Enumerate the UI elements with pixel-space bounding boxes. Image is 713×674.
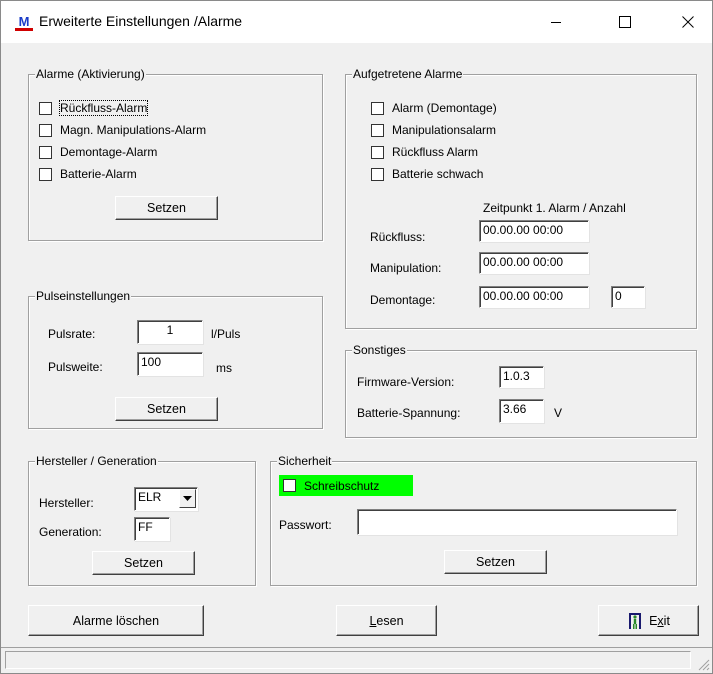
groupbox-title: Aufgetretene Alarme [352,67,464,81]
battery-voltage-unit: V [554,406,563,420]
checkbox-label: Rückfluss Alarm [392,145,479,159]
dialog-window: M Erweiterte Einstellungen /Alarme Alarm… [0,0,713,674]
set-pulse-button[interactable]: Setzen [115,397,218,421]
rueckfluss-time-field[interactable]: 00.00.00 00:00 [479,220,589,242]
checkbox-box[interactable] [371,145,384,159]
checkbox-box[interactable] [371,167,384,181]
title-bar: M Erweiterte Einstellungen /Alarme [1,1,712,43]
hersteller-select[interactable]: ELR [134,487,198,511]
checkbox-box[interactable] [39,123,52,137]
checkbox-box[interactable] [39,101,52,115]
checkbox-label: Manipulationsalarm [392,123,497,137]
maximize-icon [619,16,631,28]
firmware-label: Firmware-Version: [357,375,455,389]
schreibschutz-checkbox[interactable]: Schreibschutz [279,475,413,496]
minimize-icon [551,22,561,23]
hersteller-selected-value: ELR [138,490,162,504]
set-alarms-button[interactable]: Setzen [115,196,218,220]
checkbox-label: Batterie-Alarm [60,167,137,181]
clear-alarms-button[interactable]: Alarme löschen [28,605,204,636]
exit-button-label-rest: it [663,613,670,628]
checkbox-batterie-alarm[interactable]: Batterie-Alarm [39,167,137,181]
pulsrate-unit: l/Puls [211,327,241,341]
checkbox-label: Rückfluss-Alarm [58,100,149,116]
checkbox-manipulationsalarm[interactable]: Manipulationsalarm [371,123,496,137]
demontage-time-field[interactable]: 00.00.00 00:00 [479,286,589,308]
groupbox-aufgetretene-alarme: Aufgetretene Alarme Alarm (Demontage) Ma… [345,67,697,329]
manipulation-time-label: Manipulation: [370,261,442,275]
rueckfluss-time-label: Rückfluss: [370,230,426,244]
hersteller-label: Hersteller: [39,496,94,510]
demontage-time-label: Demontage: [370,293,436,307]
checkbox-label: Batterie schwach [392,167,484,181]
battery-voltage-field[interactable]: 3.66 [499,399,544,423]
password-field[interactable] [357,509,677,535]
minimize-button[interactable] [533,1,579,43]
checkbox-demontage-alarm[interactable]: Demontage-Alarm [39,145,157,159]
checkbox-label: Demontage-Alarm [60,145,158,159]
close-icon [682,16,694,28]
checkbox-label: Schreibschutz [304,478,380,493]
svg-text:M: M [19,14,30,29]
checkbox-box[interactable] [39,145,52,159]
checkbox-rueckfluss-alarm[interactable]: Rückfluss-Alarm [39,100,149,116]
app-logo-icon: M [15,14,33,31]
pulsrate-label: Pulsrate: [48,327,96,341]
checkbox-label: Alarm (Demontage) [392,101,497,115]
set-security-button[interactable]: Setzen [444,550,547,574]
checkbox-box[interactable] [371,123,384,137]
generation-label: Generation: [39,525,102,539]
checkbox-magn-manipulations-alarm[interactable]: Magn. Manipulations-Alarm [39,123,206,137]
pulsweite-unit: ms [216,361,232,375]
groupbox-title: Sonstiges [352,343,407,357]
groupbox-pulseinstellungen: Pulseinstellungen Pulsrate: 1 l/Puls Pul… [28,289,323,429]
passwort-label: Passwort: [279,518,332,532]
checkbox-box[interactable] [283,479,296,492]
pulsweite-label: Pulsweite: [48,360,103,374]
demontage-count-field[interactable]: 0 [611,286,645,308]
read-button-label: esen [376,613,404,628]
dropdown-button[interactable] [179,489,196,508]
read-button-accesskey: L [369,613,377,628]
checkbox-box[interactable] [39,167,52,181]
firmware-version-field[interactable]: 1.0.3 [499,366,544,388]
groupbox-title: Sicherheit [277,454,333,468]
alarm-time-column-header: Zeitpunkt 1. Alarm / Anzahl [483,201,626,215]
groupbox-alarme-aktivierung: Alarme (Aktivierung) Rückfluss-Alarm Mag… [28,67,323,241]
battery-voltage-label: Batterie-Spannung: [357,406,461,420]
groupbox-title: Hersteller / Generation [35,454,158,468]
groupbox-hersteller-generation: Hersteller / Generation Hersteller: ELR … [28,454,256,586]
close-button[interactable] [665,1,711,43]
checkbox-batterie-schwach[interactable]: Batterie schwach [371,167,483,181]
exit-button[interactable]: Ex it [598,605,699,636]
set-manufacturer-button[interactable]: Setzen [92,551,195,575]
groupbox-title: Pulseinstellungen [35,289,132,303]
exit-button-label-first: E [649,613,658,628]
pulsrate-field[interactable]: 1 [137,320,203,344]
groupbox-title: Alarme (Aktivierung) [35,67,146,81]
checkbox-label: Magn. Manipulations-Alarm [60,123,207,137]
maximize-button[interactable] [602,1,648,43]
chevron-down-icon [183,496,192,501]
generation-field[interactable]: FF [134,517,170,541]
manipulation-time-field[interactable]: 00.00.00 00:00 [479,252,589,274]
window-title: Erweiterte Einstellungen /Alarme [39,13,243,29]
pulsweite-field[interactable]: 100 [137,352,203,376]
checkbox-rueckfluss-alarm-occurred[interactable]: Rückfluss Alarm [371,145,478,159]
resize-grip-icon[interactable] [696,657,710,671]
groupbox-sicherheit: Sicherheit Schreibschutz Passwort: Setze… [270,454,697,586]
groupbox-sonstiges: Sonstiges Firmware-Version: 1.0.3 Batter… [345,343,697,438]
status-pane [5,651,691,669]
checkbox-box[interactable] [371,101,384,115]
status-bar [1,647,712,673]
read-button[interactable]: Lesen [336,605,437,636]
door-exit-icon [629,612,642,629]
checkbox-alarm-demontage[interactable]: Alarm (Demontage) [371,101,497,115]
